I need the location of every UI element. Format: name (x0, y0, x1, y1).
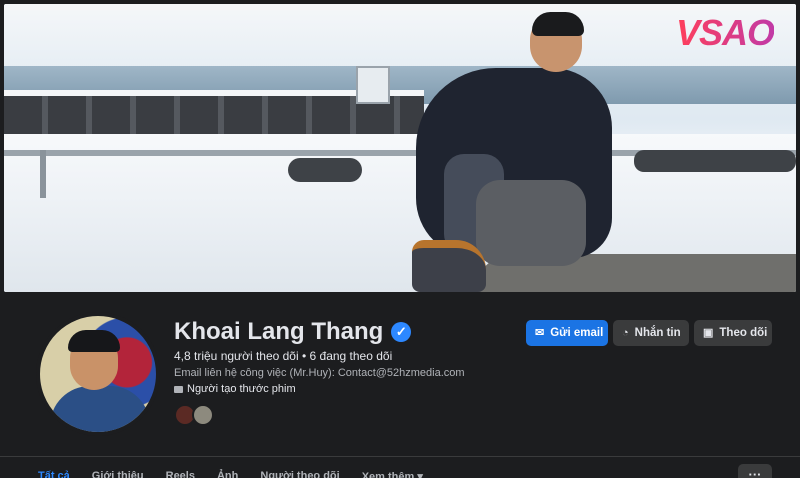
avatar-shirt (50, 386, 150, 432)
envelope-icon: ✉ (535, 326, 545, 339)
cover-person-boot (412, 240, 486, 292)
tab-about[interactable]: Giới thiệu (92, 470, 144, 478)
tab-photos[interactable]: Ảnh (217, 470, 238, 478)
profile-name: Khoai Lang Thang (174, 318, 384, 345)
contact-email: Email liên hệ công việc (Mr.Huy): Contac… (174, 367, 465, 379)
cover-rock (288, 158, 362, 182)
tab-more[interactable]: Xem thêm ▾ (362, 470, 423, 478)
cover-rail-post (40, 150, 46, 198)
message-label: Nhắn tin (634, 327, 681, 339)
profile-name-row: Khoai Lang Thang ✓ (174, 318, 412, 346)
profile-category-label: Người tạo thước phim (187, 383, 296, 395)
avatar-hair (68, 330, 120, 352)
verified-badge-icon[interactable]: ✓ (391, 322, 412, 342)
tab-followers[interactable]: Người theo dõi (260, 470, 339, 478)
follow-icon: ▣ (703, 326, 714, 339)
video-camera-icon (174, 385, 183, 393)
tab-reels[interactable]: Reels (166, 470, 195, 478)
send-email-label: Gửi email (550, 327, 604, 339)
cover-person-pants (476, 180, 586, 266)
profile-avatar[interactable] (36, 312, 160, 436)
profile-tabs: Tất cả Giới thiệu Reels Ảnh Người theo d… (38, 470, 423, 478)
follow-button[interactable]: ▣ Theo dõi (694, 320, 772, 346)
message-button[interactable]: ◔ Nhắn tin (613, 320, 689, 346)
cover-person-hair (532, 12, 584, 36)
cover-sign (356, 66, 390, 104)
cover-photo[interactable]: VSAO (4, 4, 796, 292)
profile-category: Người tạo thước phim (174, 383, 296, 395)
cover-rock (634, 150, 796, 172)
mutual-follower-avatar[interactable] (192, 404, 214, 426)
more-options-button[interactable]: ··· (738, 464, 772, 478)
followers-count[interactable]: 4,8 triệu người theo dõi • 6 đang theo d… (174, 349, 392, 363)
tab-all[interactable]: Tất cả (38, 470, 70, 478)
vsao-logo: VSAO (675, 12, 775, 53)
follow-label: Theo dõi (719, 327, 768, 339)
messenger-icon: ◔ (622, 326, 629, 339)
mutual-followers[interactable] (174, 404, 214, 426)
send-email-button[interactable]: ✉ Gửi email (526, 320, 608, 346)
